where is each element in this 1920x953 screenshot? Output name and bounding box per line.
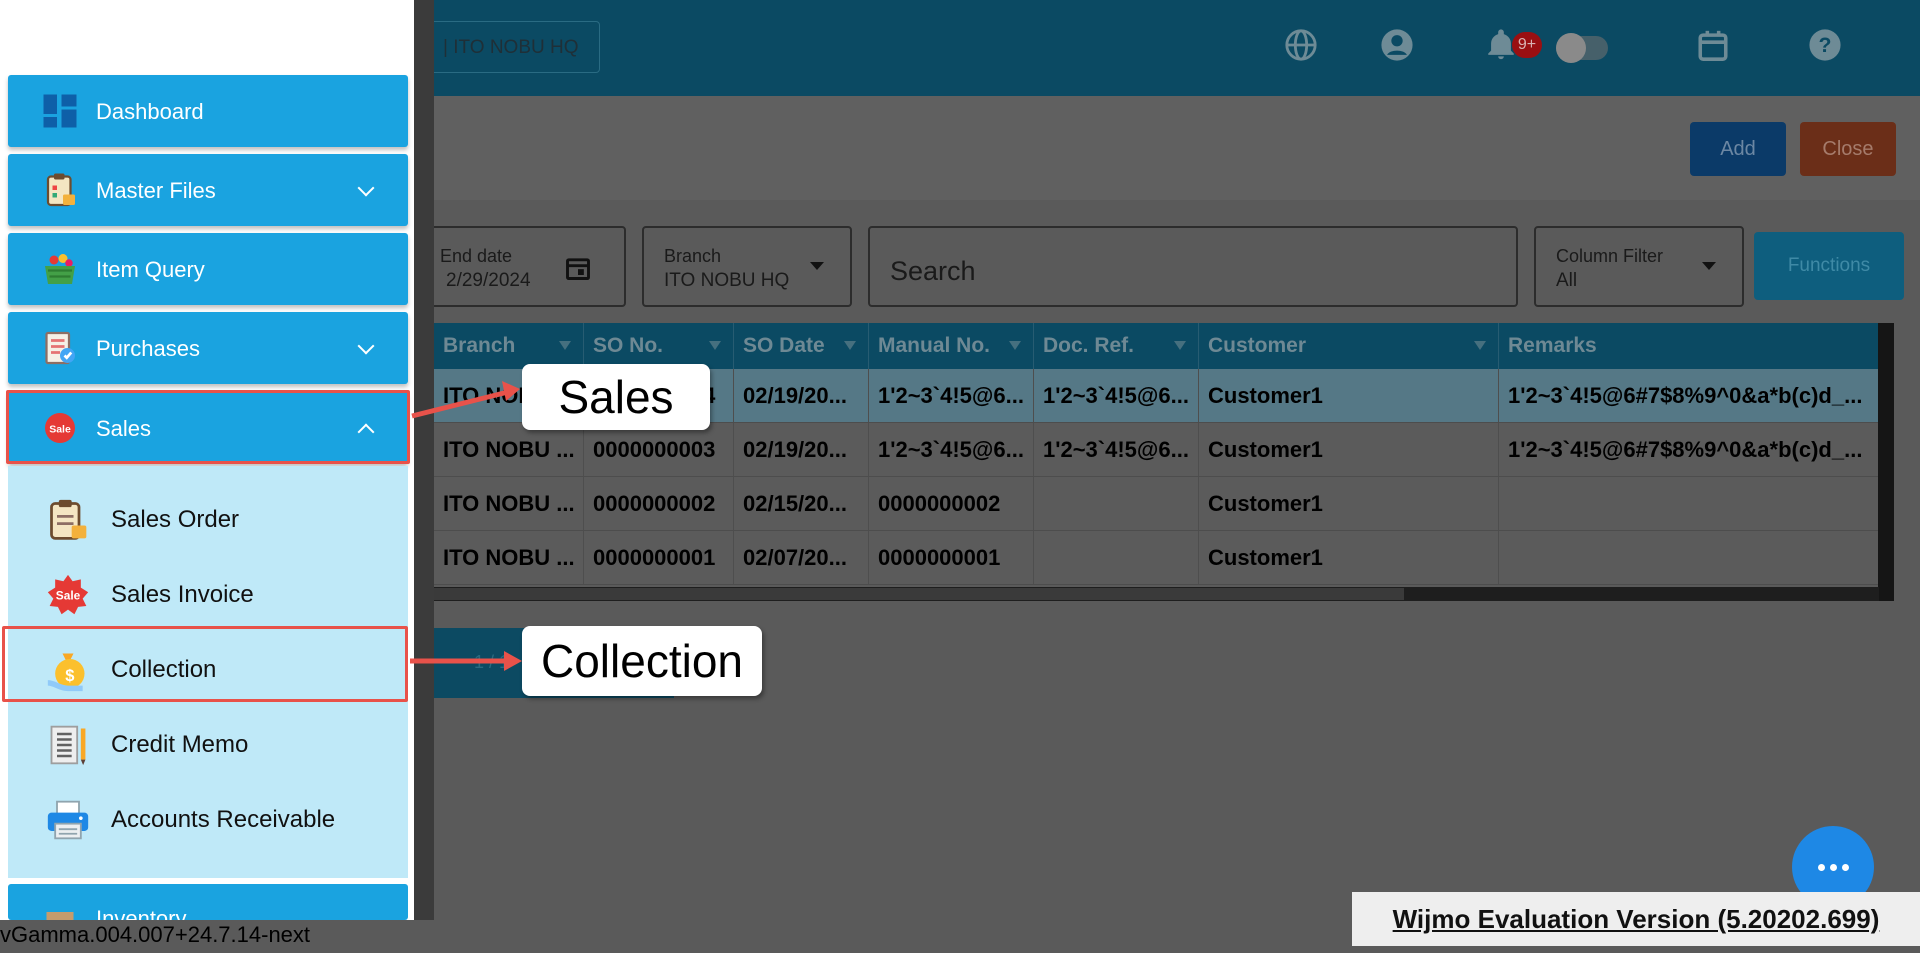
theme-toggle[interactable] — [1556, 33, 1608, 63]
filter-icon[interactable] — [844, 341, 856, 350]
collection-callout: Collection — [522, 626, 762, 696]
search-input[interactable]: Search — [868, 226, 1518, 307]
svg-text:Sale: Sale — [56, 589, 81, 603]
chevron-down-icon — [1702, 262, 1716, 270]
sidebar-item-dashboard[interactable]: Dashboard — [8, 75, 408, 147]
account-icon[interactable] — [1380, 28, 1414, 62]
filter-icon[interactable] — [1174, 341, 1186, 350]
moon-icon — [1627, 30, 1642, 60]
column-filter-label: Column Filter — [1556, 246, 1664, 266]
submenu-item-label: Accounts Receivable — [111, 806, 336, 833]
column-filter-select[interactable]: Column Filter All — [1534, 226, 1744, 307]
submenu-item-credit-memo[interactable]: Credit Memo — [8, 707, 408, 781]
close-button[interactable]: Close — [1800, 122, 1896, 176]
sidebar-item-inventory[interactable]: Inventory — [8, 884, 408, 920]
printer-icon — [47, 800, 89, 840]
svg-text:?: ? — [1819, 33, 1832, 57]
grid-horizontal-scrollbar[interactable] — [434, 587, 1879, 601]
dashboard-icon — [43, 94, 77, 128]
end-date-label: End date — [440, 246, 513, 266]
column-header[interactable]: SO Date — [734, 323, 869, 369]
submenu-item-label: Sales Invoice — [111, 581, 254, 608]
submenu-item-sales-invoice[interactable]: Sale Sales Invoice — [8, 557, 408, 631]
branch-value: ITO NOBU HQ — [664, 270, 790, 291]
filter-icon[interactable] — [559, 341, 571, 350]
dot-icon — [1830, 864, 1837, 871]
grid-vertical-scrollbar[interactable] — [1878, 323, 1894, 601]
dot-icon — [1818, 864, 1825, 871]
table-row[interactable]: ITO NOBU ... 0000000003 02/19/20... 1'2~… — [434, 423, 1894, 477]
help-icon[interactable]: ? — [1808, 28, 1842, 62]
column-header[interactable]: Doc. Ref. — [1034, 323, 1199, 369]
page-indicator: 1 / 1 — [474, 652, 510, 672]
calendar-icon[interactable] — [1696, 28, 1730, 62]
table-row[interactable]: ITO NOBU ... 0000000002 02/15/20... 0000… — [434, 477, 1894, 531]
sales-highlight — [6, 390, 410, 464]
column-header[interactable]: Remarks — [1499, 323, 1894, 369]
company-selector[interactable]: | ITO NOBU HQ — [420, 21, 600, 73]
search-placeholder: Search — [890, 256, 976, 286]
column-header[interactable]: SO No. — [584, 323, 734, 369]
sale-badge-icon: Sale — [47, 574, 89, 615]
chevron-down-icon — [357, 337, 375, 355]
end-date-field[interactable]: End date 2/29/2024 — [420, 226, 626, 307]
column-header[interactable]: Manual No. — [869, 323, 1034, 369]
sidebar-item-label: Dashboard — [96, 99, 204, 124]
filter-icon[interactable] — [1009, 341, 1021, 350]
table-row[interactable]: ITO NOBU ... 0000000001 02/07/20... 0000… — [434, 531, 1894, 585]
grid-header: Branch SO No. SO Date Manual No. Doc. Re… — [434, 323, 1894, 369]
purchase-list-icon — [45, 331, 75, 365]
version-label: vGamma.004.007+24.7.14-next — [0, 922, 311, 947]
chevron-down-icon — [357, 179, 375, 197]
submenu-item-label: Sales Order — [111, 506, 240, 533]
page-header — [340, 96, 1920, 200]
column-header[interactable]: Customer — [1199, 323, 1499, 369]
branch-label: Branch — [664, 246, 722, 266]
filter-icon[interactable] — [1474, 341, 1486, 350]
branch-select[interactable]: Branch ITO NOBU HQ — [642, 226, 852, 307]
sidebar-item-purchases[interactable]: Purchases — [8, 312, 408, 384]
chevron-down-icon — [810, 262, 824, 270]
sales-callout: Sales — [522, 364, 710, 430]
functions-button[interactable]: Functions — [1754, 232, 1904, 300]
submenu-item-sales-order[interactable]: Sales Order — [8, 482, 408, 556]
sidebar-item-label: Item Query — [96, 257, 205, 282]
sidebar-edge — [414, 0, 434, 920]
column-header[interactable]: Branch — [434, 323, 584, 369]
column-filter-value: All — [1556, 270, 1578, 291]
toggle-knob — [1556, 33, 1586, 63]
wijmo-evaluation-banner[interactable]: Wijmo Evaluation Version (5.20202.699) — [1352, 892, 1920, 946]
sidebar-item-label: Inventory — [96, 906, 187, 920]
scrollbar-thumb[interactable] — [434, 588, 1404, 600]
add-button[interactable]: Add — [1690, 122, 1786, 176]
sidebar-item-label: Master Files — [96, 178, 216, 203]
sidebar-item-label: Purchases — [96, 336, 200, 361]
sidebar-item-master-files[interactable]: Master Files — [8, 154, 408, 226]
memo-icon — [50, 725, 86, 766]
sidebar-item-item-query[interactable]: Item Query — [8, 233, 408, 305]
globe-icon[interactable] — [1284, 28, 1318, 62]
dot-icon — [1842, 864, 1849, 871]
basket-icon — [45, 254, 75, 284]
calendar-icon[interactable] — [564, 254, 592, 282]
clipboard-icon — [46, 173, 75, 207]
submenu-item-label: Credit Memo — [111, 731, 249, 758]
collection-highlight — [2, 626, 408, 702]
filter-icon[interactable] — [709, 341, 721, 350]
sales-order-icon — [50, 499, 87, 540]
end-date-value: 2/29/2024 — [446, 270, 531, 291]
submenu-item-accounts-receivable[interactable]: Accounts Receivable — [8, 782, 408, 856]
inventory-icon — [46, 912, 74, 920]
sales-order-grid: Branch SO No. SO Date Manual No. Doc. Re… — [434, 323, 1894, 585]
notification-badge: 9+ — [1512, 32, 1542, 58]
